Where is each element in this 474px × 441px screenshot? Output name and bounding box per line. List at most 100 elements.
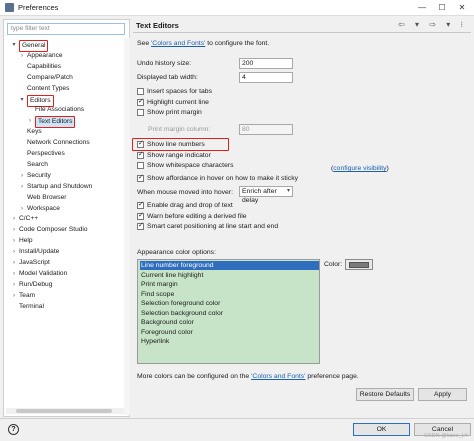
undo-history-input[interactable]: 200 (239, 58, 293, 69)
tree-item[interactable]: › Appearance (6, 51, 124, 61)
tree-item[interactable]: Search (6, 160, 124, 170)
tree-item[interactable]: File Associations (6, 105, 124, 115)
tree-item[interactable]: ▾ Editors (6, 94, 124, 107)
chevron-right-icon[interactable]: › (10, 236, 18, 246)
color-option-item[interactable]: Find scope (140, 290, 319, 299)
color-option-item[interactable]: Line number foreground (140, 261, 319, 270)
tree-item[interactable]: Keys (6, 127, 124, 137)
chevron-right-icon[interactable]: › (10, 225, 18, 235)
chevron-right-icon[interactable]: › (18, 51, 26, 61)
chevron-right-icon[interactable]: › (10, 247, 18, 257)
tree-item[interactable]: ▾ General (6, 40, 124, 52)
page-title: Text Editors (136, 21, 179, 30)
chevron-right-icon[interactable]: › (10, 258, 18, 268)
ok-button[interactable]: OK (353, 423, 410, 436)
tree-item[interactable]: Perspectives (6, 149, 124, 159)
tree-item-label: Workspace (27, 204, 60, 212)
tree-item-label: Install/Update (19, 248, 60, 256)
tree-item-label: Team (19, 291, 36, 299)
tree-item[interactable]: › Team (6, 291, 124, 301)
chevron-right-icon[interactable]: › (26, 116, 34, 126)
colors-fonts-link[interactable]: 'Colors and Fonts' (151, 40, 205, 47)
show-print-margin-checkbox[interactable] (137, 109, 144, 116)
color-option-item[interactable]: Hyperlink (140, 337, 319, 346)
maximize-button[interactable]: ☐ (432, 1, 452, 15)
show-whitespace-label: Show whitespace characters (147, 162, 234, 169)
print-margin-input[interactable]: 80 (239, 124, 293, 135)
apply-button[interactable]: Apply (418, 388, 467, 401)
chevron-down-icon[interactable]: ▾ (18, 95, 26, 105)
enable-drag-drop-checkbox[interactable] (137, 200, 144, 209)
chevron-right-icon[interactable]: › (10, 214, 18, 224)
configure-visibility-link[interactable]: configure visibility (333, 165, 386, 172)
footer-suffix: preference page. (305, 373, 359, 380)
show-line-numbers-label: Show line numbers (147, 141, 205, 148)
tree-item[interactable]: › Startup and Shutdown (6, 182, 124, 192)
tree-item[interactable]: › C/C++ (6, 214, 124, 224)
footer-text: More colors can be configured on the 'Co… (137, 372, 359, 381)
affordance-label: Show affordance in hover on how to make … (147, 175, 298, 182)
appearance-color-list[interactable]: Line number foreground Current line highl… (137, 259, 320, 364)
close-button[interactable]: ✕ (452, 1, 472, 15)
hover-label: When mouse moved into hover: (137, 189, 233, 196)
tree-item[interactable]: › Code Composer Studio (6, 225, 124, 235)
show-line-numbers-checkbox[interactable] (137, 139, 144, 148)
tree-scroll-thumb[interactable] (16, 409, 112, 413)
footer-colors-fonts-link[interactable]: 'Colors and Fonts' (251, 373, 305, 380)
dialog-button-bar: ? OK Cancel CSDN @kane_LY (0, 418, 474, 441)
tree-horizontal-scrollbar[interactable] (6, 408, 124, 414)
tree-item[interactable]: › JavaScript (6, 258, 124, 268)
tree-item-label: Keys (27, 128, 42, 136)
color-option-item[interactable]: Selection background color (140, 309, 319, 318)
tree-item[interactable]: › Help (6, 236, 124, 246)
filter-input[interactable]: type filter text (7, 23, 125, 35)
tree-item[interactable]: Compare/Patch (6, 73, 124, 83)
highlight-line-checkbox[interactable] (137, 97, 144, 106)
restore-defaults-button[interactable]: Restore Defaults (356, 388, 414, 401)
tree-item[interactable]: › Workspace (6, 204, 124, 214)
tree-item[interactable]: › Install/Update (6, 247, 124, 257)
undo-history-label: Undo history size: (137, 60, 192, 67)
color-option-item[interactable]: Selection foreground color (140, 299, 319, 308)
color-option-item[interactable]: Background color (140, 318, 319, 327)
color-option-item[interactable]: Print margin (140, 280, 319, 289)
tree-vertical-scrollbar[interactable] (124, 38, 130, 415)
whitespace-link-wrap: (configure visibility) (331, 164, 389, 173)
chevron-down-icon[interactable]: ▾ (10, 40, 18, 50)
appearance-label: Appearance color options: (137, 249, 216, 256)
tree-item[interactable]: Web Browser (6, 193, 124, 203)
tree-item[interactable]: › Text Editors (6, 116, 124, 129)
hover-select[interactable]: Enrich after delay ▾ (239, 186, 293, 204)
tree-item[interactable]: › Model Validation (6, 269, 124, 279)
color-option-item[interactable]: Current line highlight (140, 271, 319, 280)
window-titlebar: Preferences — ☐ ✕ (0, 0, 474, 16)
tree-item-label: File Associations (35, 106, 85, 114)
show-whitespace-checkbox[interactable] (137, 162, 144, 169)
tab-width-input[interactable]: 4 (239, 72, 293, 83)
color-option-item[interactable]: Foreground color (140, 328, 319, 337)
insert-spaces-checkbox[interactable] (137, 88, 144, 95)
tree-item[interactable]: Capabilities (6, 62, 124, 72)
smart-caret-checkbox[interactable] (137, 221, 144, 230)
page-nav-arrows[interactable]: ⇦ ▾ ⇨ ▾ ⁝ (398, 20, 467, 29)
chevron-right-icon[interactable]: › (10, 269, 18, 279)
color-picker-button[interactable] (345, 259, 373, 270)
chevron-right-icon[interactable]: › (10, 280, 18, 290)
insert-spaces-label: Insert spaces for tabs (147, 88, 212, 95)
intro-suffix: to configure the font. (205, 40, 270, 47)
chevron-right-icon[interactable]: › (10, 291, 18, 301)
chevron-right-icon[interactable]: › (18, 204, 26, 214)
chevron-right-icon[interactable]: › (18, 171, 26, 181)
tree-item[interactable]: Terminal (6, 302, 124, 312)
tree-item[interactable]: Network Connections (6, 138, 124, 148)
tree-item[interactable]: › Security (6, 171, 124, 181)
chevron-right-icon[interactable]: › (18, 182, 26, 192)
affordance-checkbox[interactable] (137, 173, 144, 182)
warn-derived-checkbox[interactable] (137, 211, 144, 220)
minimize-button[interactable]: — (412, 1, 432, 15)
help-icon[interactable]: ? (8, 424, 19, 435)
show-range-indicator-checkbox[interactable] (137, 150, 144, 159)
tree-item[interactable]: › Run/Debug (6, 280, 124, 290)
watermark: CSDN @kane_LY (424, 433, 468, 439)
tree-item[interactable]: Content Types (6, 84, 124, 94)
